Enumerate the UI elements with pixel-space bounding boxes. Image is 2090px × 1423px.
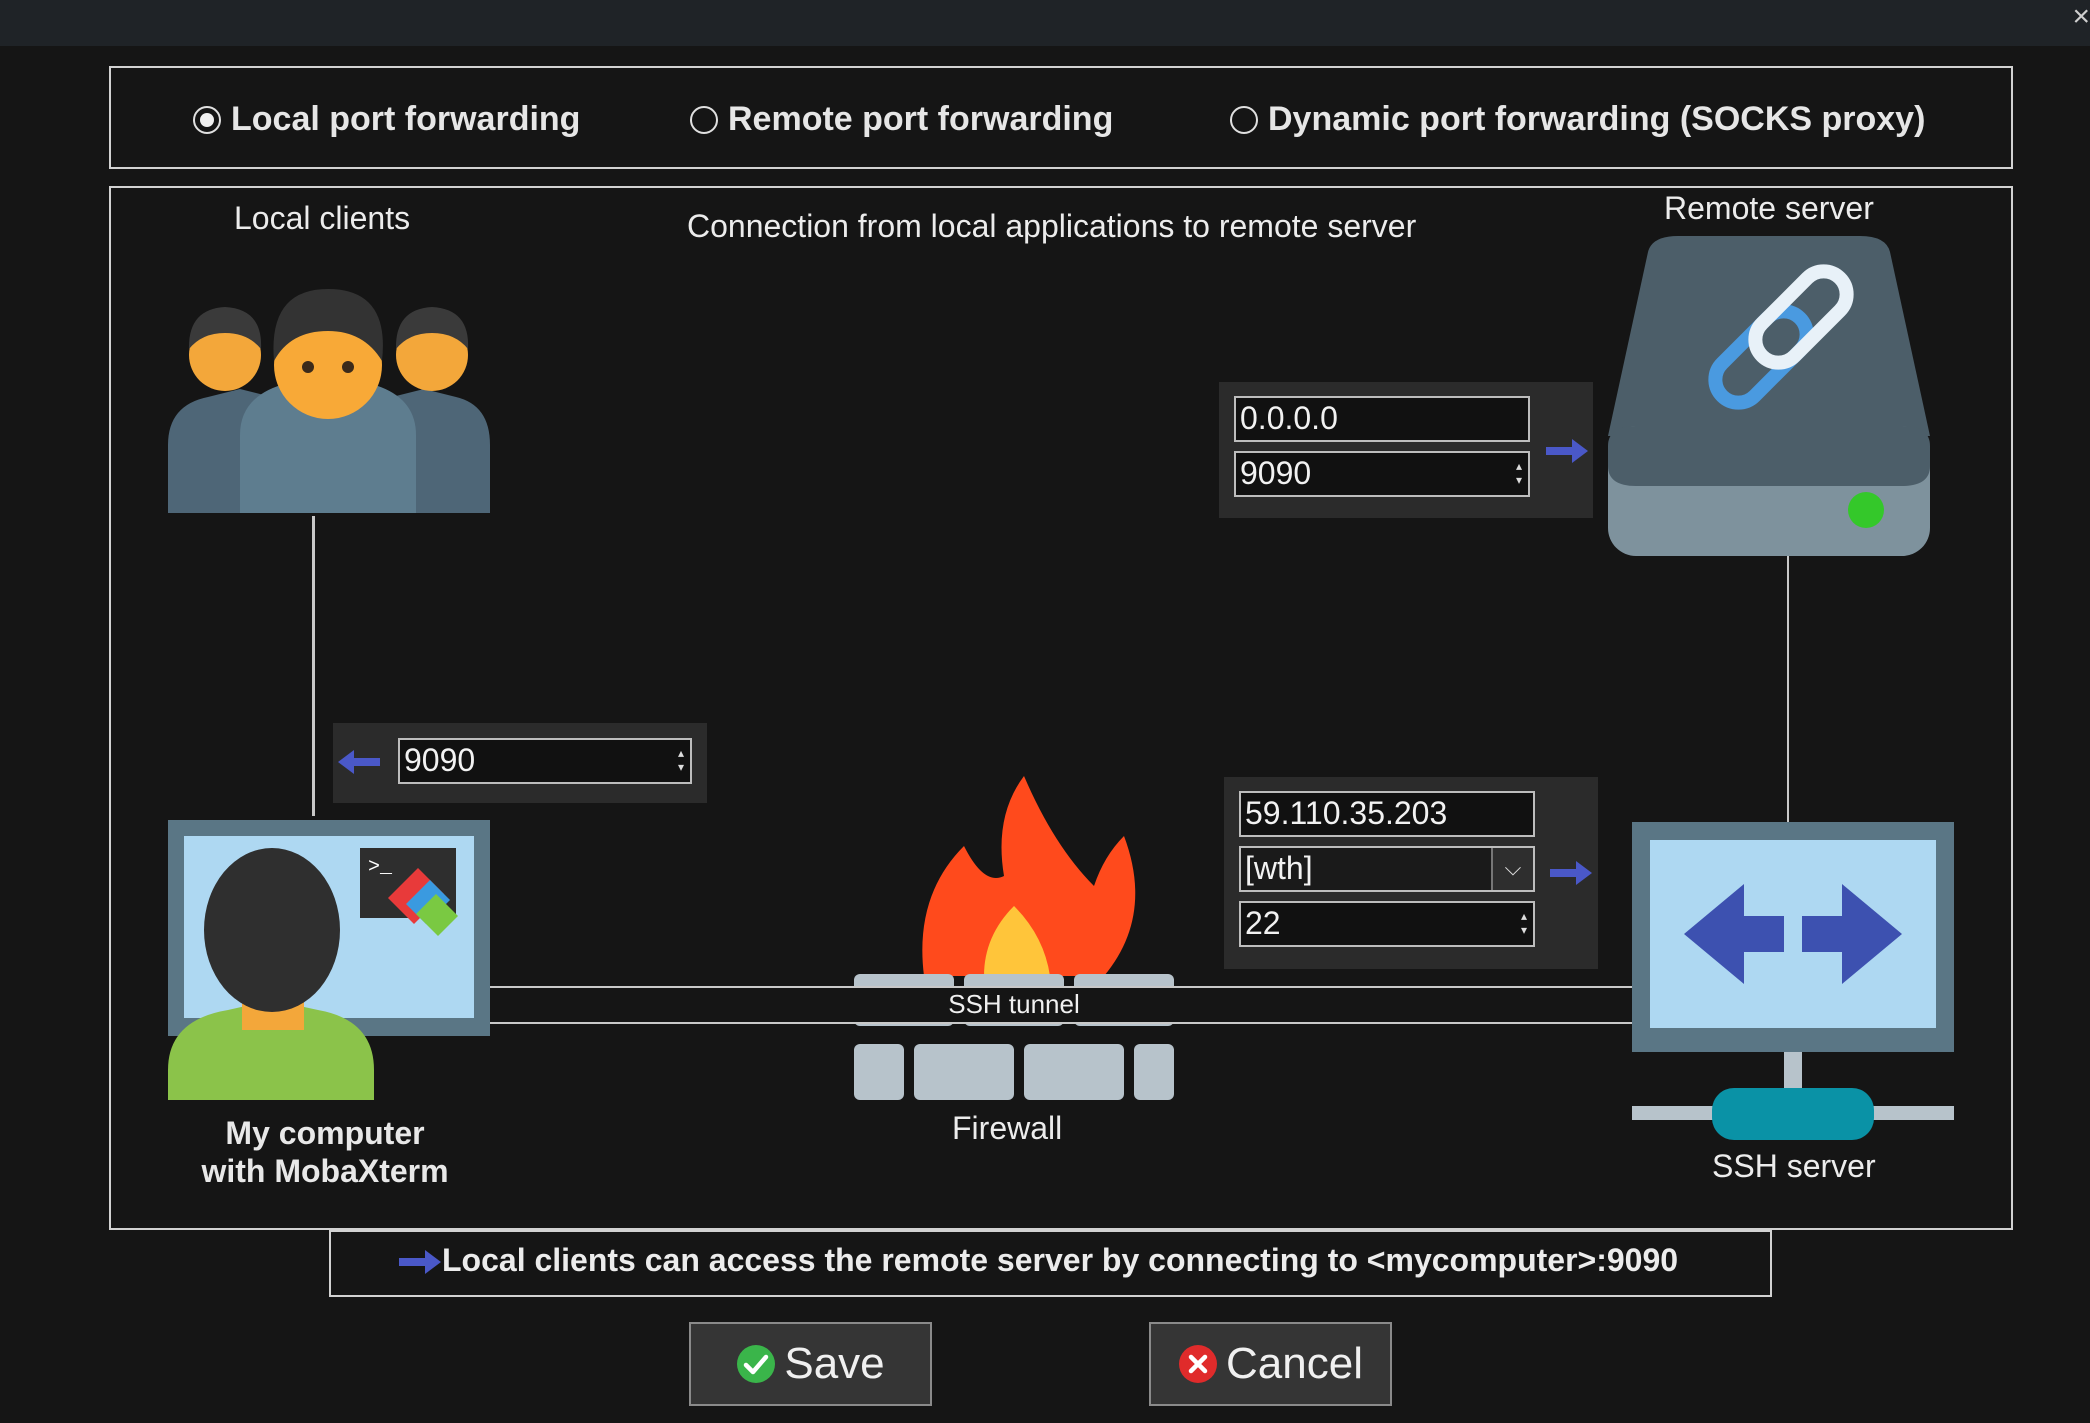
radio-remote-label: Remote port forwarding [728,100,1114,138]
cancel-icon [1179,1345,1218,1383]
title-bar [0,0,2090,46]
save-button[interactable]: Save [689,1322,932,1406]
diagram-description: Connection from local applications to re… [687,208,1417,244]
remote-server-host-input[interactable]: 0.0.0.0 [1234,396,1530,442]
spinner-arrows-icon[interactable]: ▴ ▾ [678,746,684,774]
spinner-arrows-icon[interactable]: ▴ ▾ [1516,459,1522,487]
cancel-button[interactable]: Cancel [1149,1322,1392,1406]
ssh-tunnel-label: SSH tunnel [854,988,1174,1020]
users-group-icon [168,289,490,513]
firewall-label: Firewall [952,1110,1063,1146]
ssh-server-label: SSH server [1712,1148,1876,1184]
chevron-down-icon[interactable]: ⌵ [1491,848,1533,890]
svg-text:>_: >_ [368,856,393,879]
remote-server-port-value: 9090 [1240,455,1312,491]
my-computer-icon: >_ [168,820,490,1100]
remote-server-port-input[interactable]: 9090 ▴ ▾ [1234,451,1530,497]
radio-dynamic-label: Dynamic port forwarding (SOCKS proxy) [1268,100,1926,138]
server-connector-line [1787,556,1789,824]
ssh-server-icon [1632,822,1954,1140]
my-computer-line1: My computer [225,1115,425,1151]
radio-button-checked[interactable] [193,105,221,134]
ssh-port-input[interactable]: 22 ▴ ▾ [1239,901,1535,947]
remote-server-icon [1608,236,1930,556]
arrow-right-icon [1550,861,1592,885]
radio-button[interactable] [1230,105,1258,134]
clients-connector-line [312,516,315,816]
remote-server-host-value: 0.0.0.0 [1240,400,1338,436]
radio-local-forwarding[interactable]: Local port forwarding [193,100,580,139]
spinner-arrows-icon[interactable]: ▴ ▾ [1521,909,1527,937]
arrow-left-icon [338,750,380,774]
ssh-user-value: [wth] [1245,850,1313,886]
ssh-port-value: 22 [1245,905,1281,941]
radio-dynamic-forwarding[interactable]: Dynamic port forwarding (SOCKS proxy) [1230,100,1925,139]
arrow-right-icon [399,1250,441,1274]
local-port-input[interactable]: 9090 ▴ ▾ [398,738,692,784]
check-icon [737,1345,776,1383]
save-label: Save [784,1339,885,1388]
remote-server-label: Remote server [1664,190,1874,226]
local-port-value: 9090 [404,742,476,778]
close-icon[interactable]: × [2070,2,2090,32]
radio-remote-forwarding[interactable]: Remote port forwarding [690,100,1113,139]
local-clients-label: Local clients [234,200,411,236]
ssh-server-host-value: 59.110.35.203 [1245,795,1448,831]
ssh-user-dropdown[interactable]: [wth] ⌵ [1239,846,1535,892]
ssh-server-host-input[interactable]: 59.110.35.203 [1239,791,1535,837]
radio-button[interactable] [690,105,718,134]
summary-text: Local clients can access the remote serv… [442,1242,1679,1278]
firewall-icon [854,776,1174,1100]
cancel-label: Cancel [1226,1339,1363,1388]
my-computer-line2: with MobaXterm [201,1153,449,1189]
radio-local-label: Local port forwarding [231,100,581,138]
arrow-right-icon [1546,439,1588,463]
my-computer-label: My computer with MobaXterm [160,1114,490,1190]
